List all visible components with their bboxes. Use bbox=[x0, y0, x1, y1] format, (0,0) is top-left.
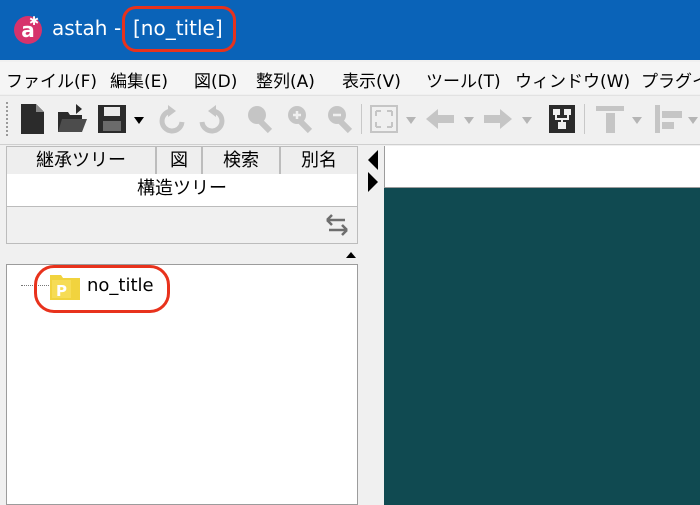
tab-search[interactable]: 検索 bbox=[202, 146, 280, 174]
menu-view[interactable]: 表示(V) bbox=[342, 67, 401, 92]
tab-inheritance-tree[interactable]: 継承ツリー bbox=[6, 146, 156, 174]
fit-dropdown-icon[interactable] bbox=[404, 102, 418, 136]
collapse-left-arrow-icon[interactable] bbox=[368, 150, 378, 170]
astah-logo-icon: a ✱ bbox=[14, 14, 42, 44]
align-top-icon[interactable] bbox=[594, 102, 626, 136]
tab-structure-tree[interactable]: 構造ツリー bbox=[6, 174, 358, 206]
zoom-out-icon[interactable] bbox=[324, 102, 356, 136]
structure-tree: P no_title bbox=[6, 264, 358, 505]
menu-diagram[interactable]: 図(D) bbox=[194, 67, 237, 92]
tab-row: 継承ツリー 図 検索 別名 bbox=[6, 146, 358, 175]
align-left-icon[interactable] bbox=[652, 102, 684, 136]
diagram-tab-header bbox=[384, 146, 700, 188]
back-arrow-icon[interactable] bbox=[424, 102, 456, 136]
zoom-icon[interactable] bbox=[244, 102, 276, 136]
menu-bar: ファイル(F) 編集(E) 図(D) 整列(A) 表示(V) ツール(T) ウィ… bbox=[0, 62, 700, 94]
title-separator: - bbox=[114, 16, 122, 40]
tree-toolbar bbox=[6, 206, 358, 244]
forward-arrow-icon[interactable] bbox=[482, 102, 514, 136]
menu-file[interactable]: ファイル(F) bbox=[6, 67, 97, 92]
left-panel: 継承ツリー 図 検索 別名 構造ツリー P no_title bbox=[0, 146, 362, 505]
save-dropdown-icon[interactable] bbox=[132, 102, 146, 136]
open-folder-icon[interactable] bbox=[56, 102, 88, 136]
panel-divider[interactable] bbox=[362, 146, 384, 505]
back-dropdown-icon[interactable] bbox=[462, 102, 476, 136]
menu-window[interactable]: ウィンドウ(W) bbox=[515, 67, 630, 92]
app-name: astah bbox=[52, 16, 108, 40]
tab-diagram[interactable]: 図 bbox=[156, 146, 202, 174]
menu-plugin[interactable]: プラグイ bbox=[641, 67, 700, 92]
title-highlight-circle bbox=[122, 6, 236, 52]
tree-layout-icon[interactable] bbox=[546, 102, 578, 136]
save-icon[interactable] bbox=[96, 102, 128, 136]
redo-icon[interactable] bbox=[196, 102, 228, 136]
collapse-up-arrow-icon[interactable] bbox=[346, 252, 356, 258]
title-bar: a ✱ astah - [no_title] bbox=[0, 0, 700, 60]
new-file-icon[interactable] bbox=[16, 102, 48, 136]
toolbar bbox=[0, 95, 700, 145]
expand-right-arrow-icon[interactable] bbox=[368, 172, 378, 192]
undo-icon[interactable] bbox=[156, 102, 188, 136]
toolbar-grip[interactable] bbox=[6, 102, 12, 136]
zoom-in-icon[interactable] bbox=[284, 102, 316, 136]
align-top-dropdown-icon[interactable] bbox=[630, 102, 644, 136]
node-highlight-circle bbox=[34, 265, 170, 313]
menu-tools[interactable]: ツール(T) bbox=[426, 67, 501, 92]
forward-dropdown-icon[interactable] bbox=[520, 102, 534, 136]
swap-arrows-icon[interactable] bbox=[323, 210, 351, 240]
fit-window-icon[interactable] bbox=[368, 102, 400, 136]
diagram-canvas[interactable] bbox=[384, 188, 700, 505]
menu-align[interactable]: 整列(A) bbox=[256, 67, 315, 92]
menu-edit[interactable]: 編集(E) bbox=[110, 67, 168, 92]
tab-alias[interactable]: 別名 bbox=[280, 146, 358, 174]
align-left-dropdown-icon[interactable] bbox=[686, 102, 700, 136]
